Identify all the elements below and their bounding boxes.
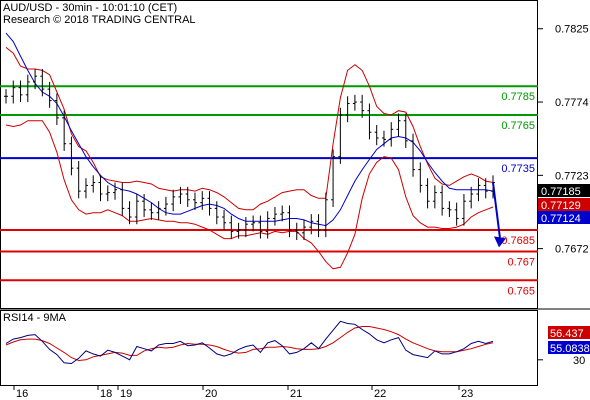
level-label: 0.767 — [507, 257, 535, 269]
x-tick-label: 22 — [374, 388, 386, 400]
price-chart: 0.7825 0.7774 0.7723 0.7672 0.7785 0.7765 0.77… — [0, 0, 590, 400]
price-panel-frame — [0, 0, 538, 309]
x-tick-label: 16 — [16, 388, 28, 400]
rsi-line — [5, 320, 494, 365]
x-tick-label: 18 — [100, 388, 112, 400]
y-tick-label: 0.7723 — [555, 170, 589, 182]
level-label: 0.765 — [507, 285, 535, 297]
rsi-tick-label: 30 — [573, 355, 585, 367]
x-tick-label: 19 — [120, 388, 132, 400]
x-tick-label: 21 — [290, 388, 302, 400]
y-tick-label: 0.7774 — [555, 97, 589, 109]
price-tag-label: 0.77129 — [541, 200, 581, 212]
level-label: 0.7765 — [501, 120, 535, 132]
x-tick-label: 20 — [205, 388, 217, 400]
price-tag-label: 0.77124 — [541, 213, 581, 225]
rsi-ma-line — [5, 326, 494, 362]
y-tick-label: 0.7672 — [555, 244, 589, 256]
y-tick-label: 0.7825 — [555, 24, 589, 36]
price-tag-label: 0.77185 — [541, 186, 581, 198]
rsi-tag-label: 56.437 — [550, 328, 584, 340]
rsi-tag-label: 55.0838 — [550, 343, 590, 355]
x-tick-label: 23 — [461, 388, 473, 400]
level-label: 0.7785 — [501, 91, 535, 103]
level-label: 0.7685 — [501, 235, 535, 247]
level-label: 0.7735 — [501, 163, 535, 175]
rsi-panel-frame — [0, 310, 538, 386]
